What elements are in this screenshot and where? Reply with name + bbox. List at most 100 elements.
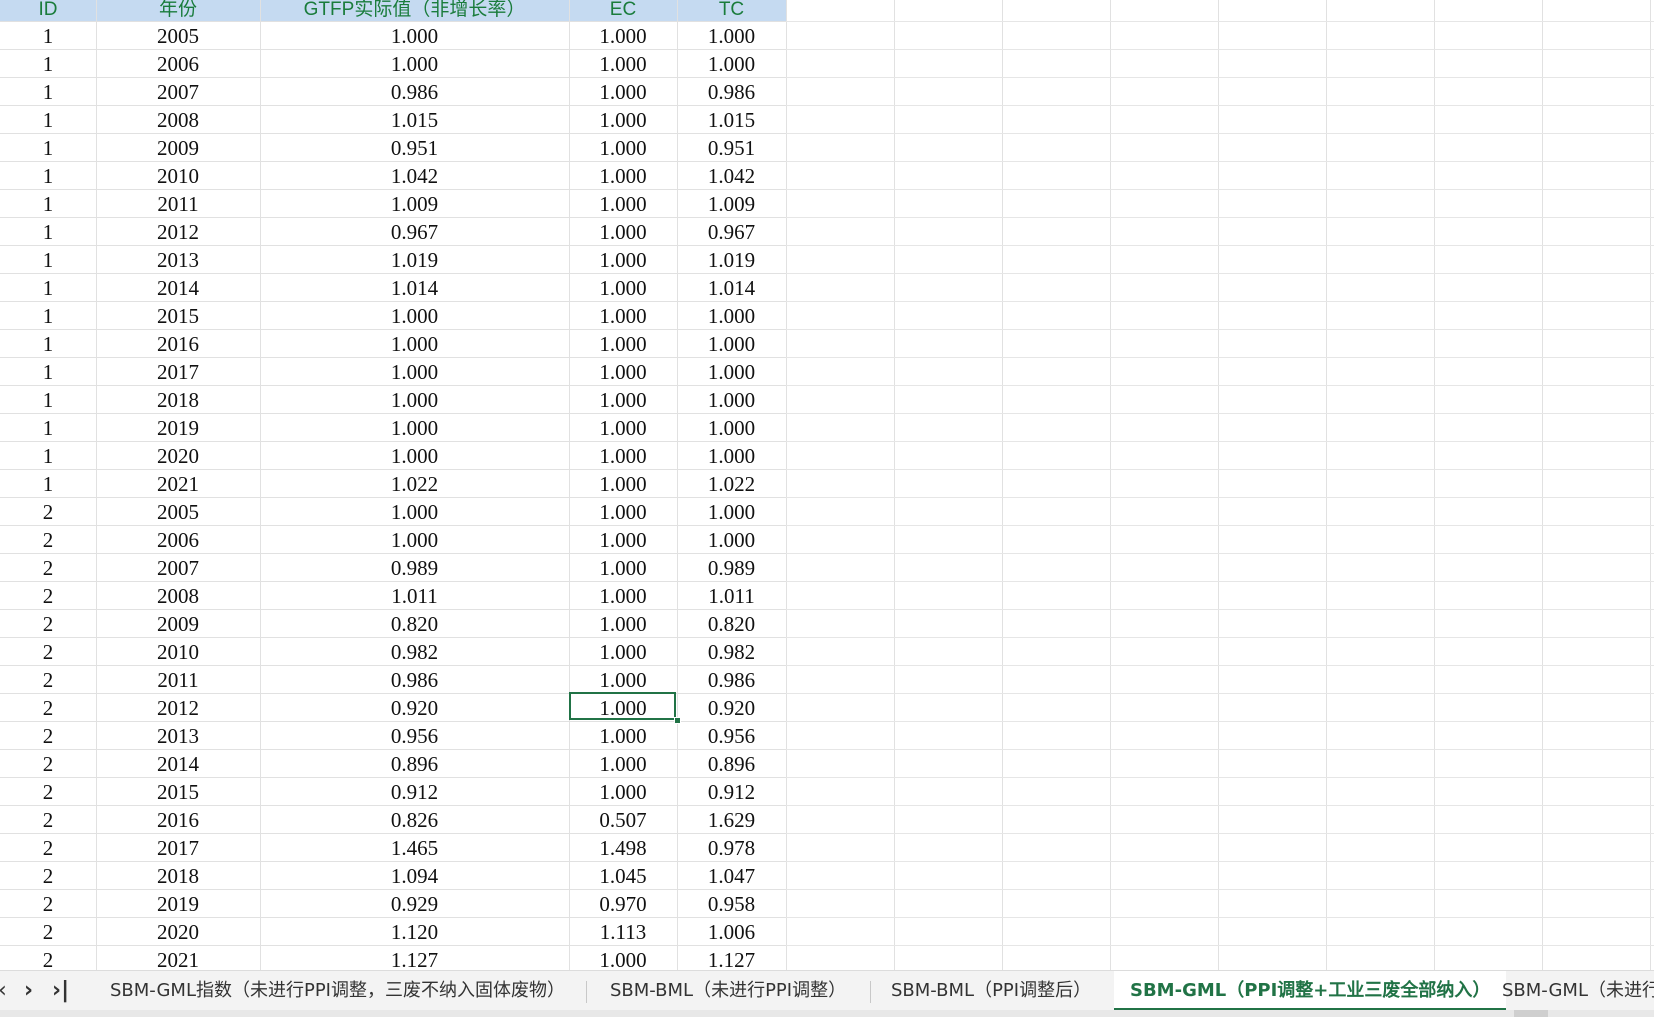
table-cell[interactable]: 2014 <box>96 749 260 777</box>
table-cell[interactable]: 0.967 <box>260 217 569 245</box>
sheet-tab-bml-adjusted[interactable]: SBM-BML（PPI调整后） <box>891 971 1091 1011</box>
table-cell[interactable]: 2009 <box>96 609 260 637</box>
table-cell[interactable]: 2016 <box>96 329 260 357</box>
column-header[interactable]: GTFP实际值（非增长率） <box>260 0 569 21</box>
table-cell[interactable]: 1.094 <box>260 861 569 889</box>
table-cell[interactable]: 2006 <box>96 49 260 77</box>
table-cell[interactable]: 1.000 <box>260 525 569 553</box>
table-cell[interactable]: 1.000 <box>569 77 677 105</box>
chevron-right-icon[interactable]: › <box>24 971 33 1011</box>
table-cell[interactable]: 1.000 <box>677 301 786 329</box>
table-cell[interactable]: 2012 <box>96 693 260 721</box>
table-cell[interactable]: 0.970 <box>569 889 677 917</box>
table-cell[interactable]: 1.000 <box>569 105 677 133</box>
table-cell[interactable]: 1.000 <box>569 553 677 581</box>
table-cell[interactable]: 2 <box>0 637 96 665</box>
table-cell[interactable]: 0.958 <box>677 889 786 917</box>
table-cell[interactable]: 0.820 <box>260 609 569 637</box>
scrollbar-thumb[interactable] <box>1514 1010 1548 1017</box>
column-header[interactable]: ID <box>0 0 96 21</box>
table-cell[interactable]: 0.951 <box>260 133 569 161</box>
table-cell[interactable]: 0.956 <box>260 721 569 749</box>
table-cell[interactable]: 2017 <box>96 357 260 385</box>
spreadsheet-grid[interactable]: ID 年份 GTFP实际值（非增长率） EC TC 1 2005 1.000 1.000 1.0… <box>0 0 1654 970</box>
table-cell[interactable]: 1.000 <box>260 329 569 357</box>
table-cell[interactable]: 0.920 <box>260 693 569 721</box>
table-cell[interactable]: 1.009 <box>260 189 569 217</box>
table-cell[interactable]: 1.000 <box>677 385 786 413</box>
table-cell[interactable]: 1 <box>0 105 96 133</box>
table-cell[interactable]: 1.000 <box>569 581 677 609</box>
table-cell[interactable]: 1.000 <box>569 441 677 469</box>
table-cell[interactable]: 2 <box>0 693 96 721</box>
table-cell[interactable]: 0.956 <box>677 721 786 749</box>
table-cell[interactable]: 1.000 <box>569 945 677 970</box>
table-cell[interactable]: 0.982 <box>260 637 569 665</box>
table-cell[interactable]: 1 <box>0 385 96 413</box>
table-cell[interactable]: 0.986 <box>677 665 786 693</box>
table-cell[interactable]: 0.912 <box>677 777 786 805</box>
chevron-left-icon[interactable]: ‹ <box>0 971 7 1011</box>
table-cell[interactable]: 2017 <box>96 833 260 861</box>
table-cell[interactable]: 1 <box>0 49 96 77</box>
sheet-tab-gml-index[interactable]: SBM-GML指数（未进行PPI调整，三废不纳入固体废物） <box>110 971 565 1011</box>
table-cell[interactable]: 1 <box>0 301 96 329</box>
column-header[interactable]: EC <box>569 0 677 21</box>
table-cell[interactable]: 1.000 <box>569 301 677 329</box>
table-cell[interactable]: 1.011 <box>260 581 569 609</box>
table-cell[interactable]: 0.989 <box>260 553 569 581</box>
table-cell[interactable]: 0.967 <box>677 217 786 245</box>
table-cell[interactable]: 2 <box>0 581 96 609</box>
table-cell[interactable]: 2011 <box>96 189 260 217</box>
table-cell[interactable]: 1.000 <box>260 413 569 441</box>
table-cell[interactable]: 1.120 <box>260 917 569 945</box>
table-cell[interactable]: 1.127 <box>677 945 786 970</box>
table-cell[interactable]: 1.000 <box>260 441 569 469</box>
table-cell[interactable]: 2008 <box>96 105 260 133</box>
table-cell[interactable]: 1.000 <box>260 497 569 525</box>
table-cell[interactable]: 0.989 <box>677 553 786 581</box>
table-cell[interactable]: 0.826 <box>260 805 569 833</box>
table-cell[interactable]: 1.000 <box>569 721 677 749</box>
table-cell[interactable]: 2 <box>0 945 96 970</box>
table-cell[interactable]: 2007 <box>96 553 260 581</box>
table-cell[interactable]: 1.000 <box>569 749 677 777</box>
table-cell[interactable]: 2021 <box>96 945 260 970</box>
table-cell[interactable]: 1.000 <box>569 385 677 413</box>
sheet-tab-gml-ppi-all-waste[interactable]: SBM-GML（PPI调整+工业三废全部纳入） <box>1114 971 1507 1011</box>
table-cell[interactable]: 1.000 <box>569 777 677 805</box>
table-cell[interactable]: 2015 <box>96 777 260 805</box>
table-cell[interactable]: 1.045 <box>569 861 677 889</box>
table-cell[interactable]: 1.000 <box>677 441 786 469</box>
table-cell[interactable]: 2013 <box>96 721 260 749</box>
table-cell[interactable]: 1.000 <box>569 609 677 637</box>
table-cell[interactable]: 1.629 <box>677 805 786 833</box>
column-header[interactable]: 年份 <box>96 0 260 21</box>
table-cell[interactable]: 1 <box>0 329 96 357</box>
table-cell[interactable]: 1.042 <box>677 161 786 189</box>
table-cell[interactable]: 1.014 <box>260 273 569 301</box>
fill-handle[interactable] <box>674 717 681 724</box>
table-cell[interactable]: 1.000 <box>677 413 786 441</box>
table-cell[interactable]: 0.896 <box>260 749 569 777</box>
table-cell[interactable]: 1.014 <box>677 273 786 301</box>
table-cell[interactable]: 1.019 <box>677 245 786 273</box>
table-cell[interactable]: 1 <box>0 245 96 273</box>
table-cell[interactable]: 1.011 <box>677 581 786 609</box>
table-cell[interactable]: 1 <box>0 217 96 245</box>
table-cell[interactable]: 1.000 <box>677 329 786 357</box>
table-cell[interactable]: 1.000 <box>569 161 677 189</box>
table-cell[interactable]: 0.978 <box>677 833 786 861</box>
table-cell[interactable]: 2 <box>0 497 96 525</box>
table-cell[interactable]: 0.929 <box>260 889 569 917</box>
table-cell[interactable]: 1.000 <box>569 665 677 693</box>
table-cell[interactable]: 2 <box>0 805 96 833</box>
skip-to-last-icon[interactable]: ›| <box>52 971 69 1011</box>
table-cell[interactable]: 2015 <box>96 301 260 329</box>
table-cell[interactable]: 1.000 <box>260 21 569 49</box>
table-cell[interactable]: 2011 <box>96 665 260 693</box>
table-cell[interactable]: 1.022 <box>677 469 786 497</box>
table-cell[interactable]: 2006 <box>96 525 260 553</box>
table-cell[interactable]: 1.000 <box>569 217 677 245</box>
table-cell[interactable]: 1 <box>0 357 96 385</box>
